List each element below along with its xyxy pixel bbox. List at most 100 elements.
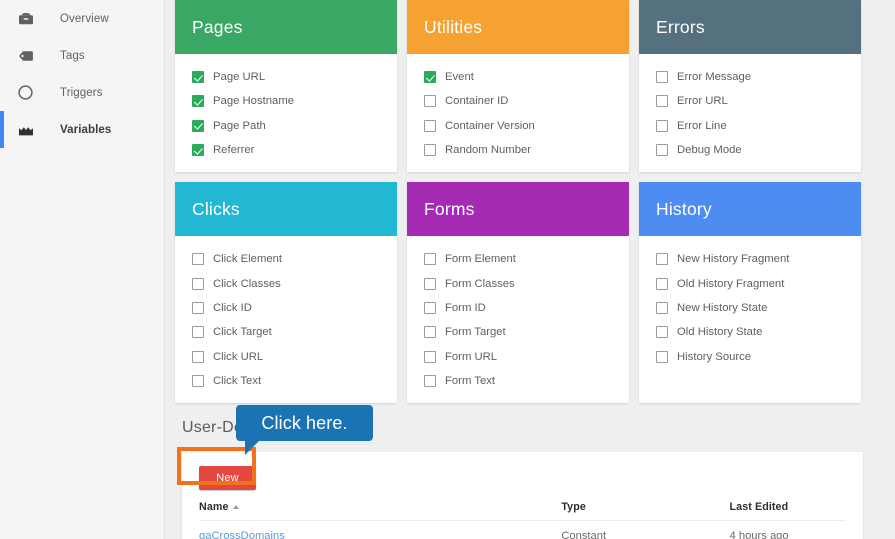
card-header: Errors [639,0,861,54]
checkbox[interactable] [192,253,204,266]
checkbox-label: New History State [677,301,768,314]
checkbox[interactable] [656,253,668,266]
checkbox[interactable] [656,95,668,108]
checkbox[interactable] [192,95,204,108]
checkbox-row[interactable]: Click Target [175,320,397,344]
checkbox[interactable] [192,326,204,339]
checkbox[interactable] [192,119,204,132]
checkbox[interactable] [424,119,436,132]
checkbox-label: Click Target [213,326,272,339]
checkbox-row[interactable]: Old History State [639,320,861,344]
checkbox-row[interactable]: Old History Fragment [639,271,861,295]
checkbox[interactable] [424,144,436,157]
checkbox-label: History Source [677,350,752,363]
checkbox-row[interactable]: Click Text [175,369,397,393]
checkbox[interactable] [424,326,436,339]
checkbox-row[interactable]: Page URL [175,65,397,89]
checkbox-row[interactable]: Debug Mode [639,138,861,162]
checkbox[interactable] [192,301,204,314]
checkbox[interactable] [192,144,204,157]
checkbox-label: Click Classes [213,277,281,290]
checkbox-row[interactable]: Page Path [175,114,397,138]
checkbox-row[interactable]: Container ID [407,89,629,113]
checkbox-label: New History Fragment [677,253,790,266]
new-variable-button[interactable]: New [199,465,256,490]
checkbox-row[interactable]: Click Element [175,247,397,271]
variable-link[interactable]: gaCrossDomains [199,530,285,539]
checkbox-row[interactable]: Page Hostname [175,89,397,113]
sidebar-item-triggers[interactable]: Triggers [0,74,164,111]
checkbox[interactable] [656,277,668,290]
checkbox-row[interactable]: Form URL [407,344,629,368]
checkbox[interactable] [192,277,204,290]
checkbox-row[interactable]: Random Number [407,138,629,162]
checkbox-label: Error Line [677,119,727,132]
checkbox-label: Click ID [213,301,252,314]
card-pages: Pages Page URL Page Hostname Page Path R… [175,0,397,173]
sidebar-item-overview[interactable]: Overview [0,0,164,37]
checkbox-row[interactable]: Form ID [407,296,629,320]
checkbox-row[interactable]: Error Line [639,114,861,138]
checkbox-row[interactable]: Click Classes [175,271,397,295]
checkbox-row[interactable]: Click ID [175,296,397,320]
tag-icon [18,50,40,62]
column-header-last-edited[interactable]: Last Edited [729,500,846,521]
checkbox-row[interactable]: Form Target [407,320,629,344]
card-title: Errors [656,16,705,37]
checkbox-row[interactable]: Click URL [175,344,397,368]
checkbox-label: Old History Fragment [677,277,785,290]
checkbox-row[interactable]: History Source [639,344,861,368]
sidebar-item-variables[interactable]: Variables [0,111,164,148]
annotation-callout: Click here. [236,405,373,455]
cell-last-edited: 4 hours ago [729,520,846,539]
checkbox-label: Click Text [213,374,262,387]
cell-variable-name[interactable]: gaCrossDomains [199,520,562,539]
checkbox-label: Container Version [445,119,535,132]
sidebar-item-label: Tags [60,49,85,62]
column-header-type[interactable]: Type [561,500,730,521]
checkbox-label: Form Text [445,374,496,387]
checkbox-label: Form Element [445,253,516,266]
sidebar-item-label: Triggers [60,86,103,99]
card-clicks: Clicks Click Element Click Classes Click… [175,182,397,403]
checkbox[interactable] [656,326,668,339]
checkbox-row[interactable]: Referrer [175,138,397,162]
checkbox-label: Form URL [445,350,498,363]
checkbox[interactable] [424,301,436,314]
checkbox[interactable] [424,71,436,84]
checkbox[interactable] [656,119,668,132]
checkbox-label: Form ID [445,301,486,314]
cell-variable-type: Constant [561,520,730,539]
card-title: Pages [192,16,243,37]
checkbox[interactable] [424,253,436,266]
checkbox[interactable] [656,301,668,314]
checkbox[interactable] [424,95,436,108]
checkbox-row[interactable]: Form Classes [407,271,629,295]
card-utilities: Utilities Event Container ID Container V… [407,0,629,173]
card-title: Utilities [424,16,483,37]
checkbox-label: Referrer [213,144,255,157]
checkbox[interactable] [192,374,204,387]
checkbox[interactable] [192,350,204,363]
checkbox[interactable] [656,350,668,363]
checkbox[interactable] [424,350,436,363]
checkbox-row[interactable]: Container Version [407,114,629,138]
checkbox-row[interactable]: Form Text [407,369,629,393]
table-header-row: Name Type Last Edited [199,500,846,521]
table-row[interactable]: gaCrossDomains Constant 4 hours ago [199,520,846,539]
column-header-name[interactable]: Name [199,500,562,521]
checkbox-row[interactable]: Error URL [639,89,861,113]
checkbox[interactable] [656,71,668,84]
checkbox-row[interactable]: New History Fragment [639,247,861,271]
checkbox[interactable] [656,144,668,157]
sidebar-item-tags[interactable]: Tags [0,37,164,74]
checkbox-row[interactable]: Event [407,65,629,89]
checkbox-row[interactable]: Form Element [407,247,629,271]
checkbox-row[interactable]: New History State [639,296,861,320]
checkbox[interactable] [424,277,436,290]
checkbox[interactable] [424,374,436,387]
built-in-variables-grid: Pages Page URL Page Hostname Page Path R… [175,0,895,403]
checkbox-label: Page Hostname [213,95,295,108]
checkbox[interactable] [192,71,204,84]
checkbox-row[interactable]: Error Message [639,65,861,89]
